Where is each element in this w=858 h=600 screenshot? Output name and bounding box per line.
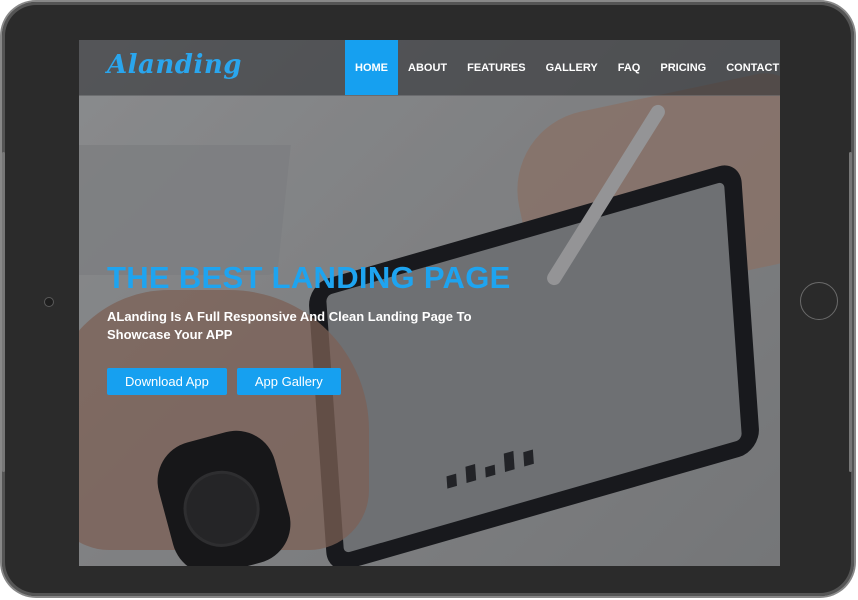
nav-item-about[interactable]: ABOUT bbox=[398, 40, 457, 95]
nav-item-pricing[interactable]: PRICING bbox=[650, 40, 716, 95]
nav-item-faq[interactable]: FAQ bbox=[608, 40, 651, 95]
tablet-frame: Alanding HOME ABOUT FEATURES GALLERY FAQ… bbox=[2, 2, 854, 596]
hero-section: THE BEST LANDING PAGE ALanding Is A Full… bbox=[107, 260, 567, 395]
side-edge-left bbox=[2, 152, 5, 472]
nav-item-home[interactable]: HOME bbox=[345, 40, 398, 95]
app-gallery-button[interactable]: App Gallery bbox=[236, 368, 341, 395]
home-button[interactable] bbox=[800, 282, 838, 320]
hero-buttons: Download App App Gallery bbox=[107, 368, 567, 395]
screen: Alanding HOME ABOUT FEATURES GALLERY FAQ… bbox=[79, 40, 780, 566]
nav-menu: HOME ABOUT FEATURES GALLERY FAQ PRICING … bbox=[345, 40, 780, 95]
site-logo[interactable]: Alanding bbox=[107, 50, 242, 80]
nav-item-contact[interactable]: CONTACT bbox=[716, 40, 780, 95]
hero-subtitle: ALanding Is A Full Responsive And Clean … bbox=[107, 309, 472, 342]
camera-icon bbox=[44, 297, 54, 307]
download-app-button[interactable]: Download App bbox=[107, 368, 227, 395]
hero-title: THE BEST LANDING PAGE bbox=[107, 260, 511, 295]
nav-item-features[interactable]: FEATURES bbox=[457, 40, 535, 95]
side-edge-right bbox=[849, 152, 852, 472]
nav-item-gallery[interactable]: GALLERY bbox=[536, 40, 608, 95]
navbar: Alanding HOME ABOUT FEATURES GALLERY FAQ… bbox=[79, 40, 780, 96]
